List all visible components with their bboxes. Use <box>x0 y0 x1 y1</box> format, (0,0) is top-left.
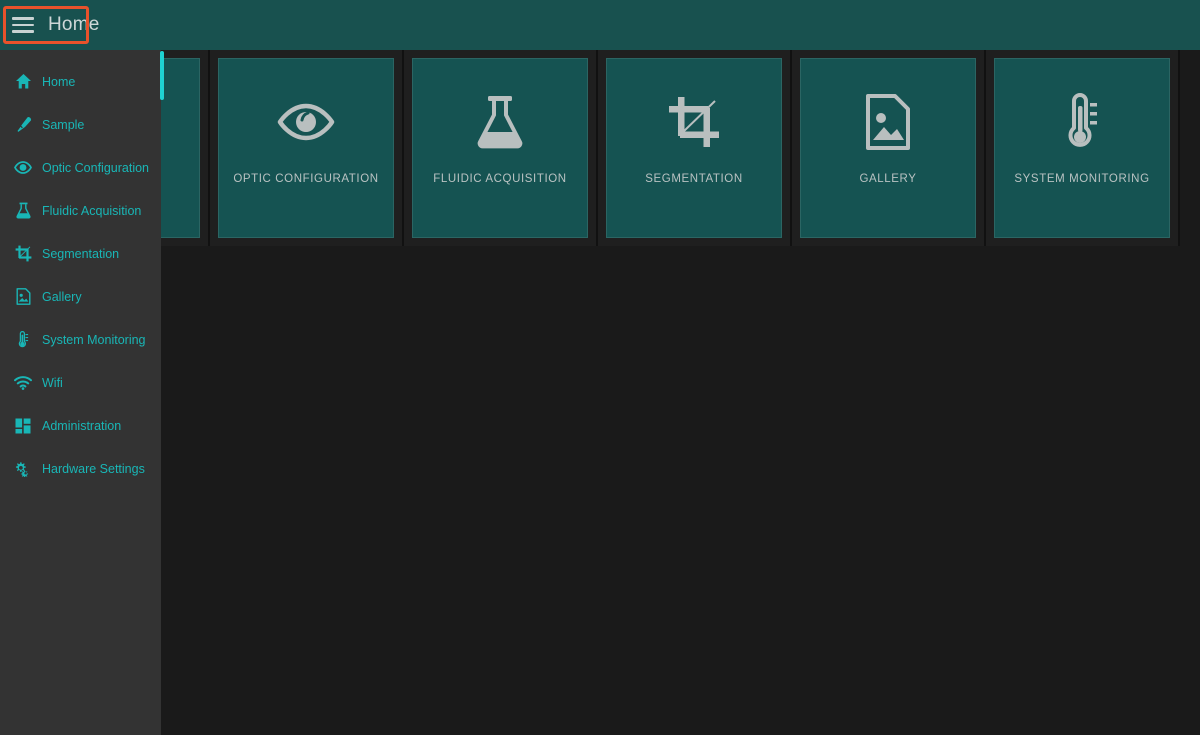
dashboard-card-gallery[interactable]: GALLERY <box>792 50 986 246</box>
home-icon <box>14 73 32 91</box>
sidebar-item-label: System Monitoring <box>42 332 146 347</box>
hamburger-bar <box>12 30 34 33</box>
sidebar-item-segmentation[interactable]: Segmentation <box>0 232 161 275</box>
eye-icon <box>275 91 337 153</box>
image-icon <box>14 288 32 306</box>
cogs-icon <box>14 460 32 478</box>
sidebar-item-fluidic-acquisition[interactable]: Fluidic Acquisition <box>0 189 161 232</box>
hamburger-bar <box>12 17 34 20</box>
application-root: Home RE! OPTIC CONFIGURATION <box>0 0 1200 735</box>
sidebar-item-administration[interactable]: Administration <box>0 404 161 447</box>
dashboard-card-surface[interactable]: GALLERY <box>800 58 976 238</box>
crop-icon <box>14 245 32 263</box>
thermometer-icon <box>14 331 32 349</box>
hamburger-menu-icon[interactable] <box>12 14 38 36</box>
sidebar-item-optic-configuration[interactable]: Optic Configuration <box>0 146 161 189</box>
main-content-area <box>161 246 1200 735</box>
hamburger-bar <box>12 23 34 27</box>
navigation-sidebar: Home Sample Optic Configuration Fluidic … <box>0 50 161 735</box>
dashboard-card-fluidic-acquisition[interactable]: FLUIDIC ACQUISITION <box>404 50 598 246</box>
sidebar-item-label: Optic Configuration <box>42 160 150 175</box>
thermometer-icon <box>1051 91 1113 153</box>
dashboard-card-label: FLUIDIC ACQUISITION <box>433 173 567 185</box>
dashboard-card-label: GALLERY <box>859 173 917 185</box>
dashboard-card-surface[interactable]: SEGMENTATION <box>606 58 782 238</box>
sidebar-item-label: Sample <box>42 117 85 132</box>
wifi-icon <box>14 374 32 392</box>
sidebar-item-label: Wifi <box>42 375 63 390</box>
sidebar-item-label: Administration <box>42 418 122 433</box>
dashboard-card-system-monitoring[interactable]: SYSTEM MONITORING <box>986 50 1180 246</box>
dashboard-card-optic-configuration[interactable]: OPTIC CONFIGURATION <box>210 50 404 246</box>
dashboard-card-surface[interactable]: OPTIC CONFIGURATION <box>218 58 394 238</box>
sidebar-item-wifi[interactable]: Wifi <box>0 361 161 404</box>
sidebar-item-hardware-settings[interactable]: Hardware Settings <box>0 447 161 490</box>
dashboard-card-label: OPTIC CONFIGURATION <box>233 173 379 185</box>
page-title: Home <box>48 14 100 35</box>
dashboard-card-surface[interactable]: FLUIDIC ACQUISITION <box>412 58 588 238</box>
crop-icon <box>663 91 725 153</box>
sidebar-item-home[interactable]: Home <box>0 60 161 103</box>
sidebar-item-label: Fluidic Acquisition <box>42 203 142 218</box>
pipette-icon <box>14 116 32 134</box>
flask-icon <box>14 202 32 220</box>
sidebar-item-label: Home <box>42 74 76 89</box>
eye-icon <box>14 159 32 177</box>
sidebar-item-label: Segmentation <box>42 246 120 261</box>
sidebar-item-system-monitoring[interactable]: System Monitoring <box>0 318 161 361</box>
sidebar-item-sample[interactable]: Sample <box>0 103 161 146</box>
dashboard-card-surface[interactable]: SYSTEM MONITORING <box>994 58 1170 238</box>
dashboard-grid-icon <box>14 417 32 435</box>
app-header: Home <box>0 0 1200 50</box>
sidebar-item-label: Hardware Settings <box>42 461 145 476</box>
flask-icon <box>469 91 531 153</box>
dashboard-card-label: SEGMENTATION <box>645 173 743 185</box>
header-menu-group[interactable]: Home <box>6 8 109 42</box>
sidebar-item-label: Gallery <box>42 289 82 304</box>
sidebar-item-gallery[interactable]: Gallery <box>0 275 161 318</box>
image-icon <box>857 91 919 153</box>
dashboard-card-label: SYSTEM MONITORING <box>1014 173 1150 185</box>
dashboard-card-segmentation[interactable]: SEGMENTATION <box>598 50 792 246</box>
content-scrollbar[interactable] <box>160 51 164 100</box>
dashboard-card-row: RE! OPTIC CONFIGURATION <box>0 50 1200 246</box>
